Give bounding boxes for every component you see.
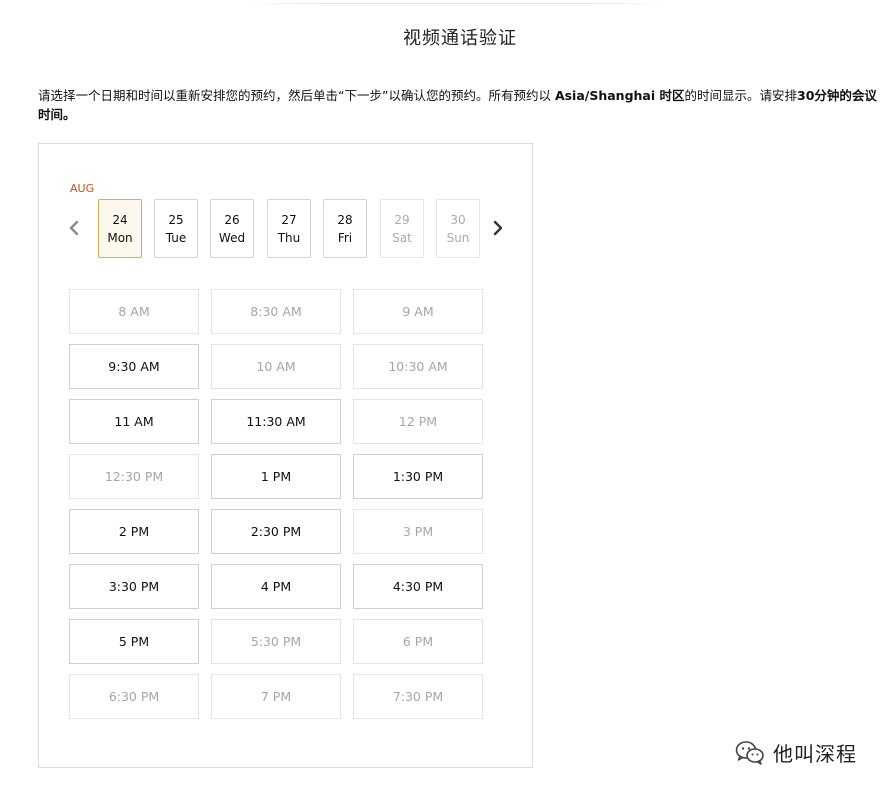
- time-slot[interactable]: 11 AM: [69, 399, 199, 444]
- date-number: 28: [337, 212, 353, 227]
- time-slot: 12 PM: [353, 399, 483, 444]
- time-slot: 8:30 AM: [211, 289, 341, 334]
- time-slot: 10 AM: [211, 344, 341, 389]
- instructions-part2: 的时间显示。请安排: [684, 88, 798, 103]
- date-chip: 30 Sun: [436, 199, 480, 258]
- date-weekday: Tue: [165, 230, 187, 245]
- chevron-left-icon[interactable]: [64, 218, 84, 238]
- date-chip[interactable]: 27 Thu: [267, 199, 311, 258]
- time-slot: 3 PM: [353, 509, 483, 554]
- date-weekday: Mon: [107, 230, 133, 245]
- date-number: 24: [112, 212, 128, 227]
- date-weekday: Wed: [218, 230, 246, 245]
- time-slot: 6:30 PM: [69, 674, 199, 719]
- date-chip[interactable]: 28 Fri: [323, 199, 367, 258]
- date-chip[interactable]: 25 Tue: [154, 199, 198, 258]
- time-slot[interactable]: 5 PM: [69, 619, 199, 664]
- chevron-right-icon[interactable]: [488, 218, 508, 238]
- time-slot: 5:30 PM: [211, 619, 341, 664]
- page-title: 视频通话验证: [403, 28, 517, 49]
- date-chip: 29 Sat: [380, 199, 424, 258]
- time-slot[interactable]: 4 PM: [211, 564, 341, 609]
- time-slot: 10:30 AM: [353, 344, 483, 389]
- date-number: 26: [224, 212, 240, 227]
- time-slot: 7 PM: [211, 674, 341, 719]
- time-slot[interactable]: 2:30 PM: [211, 509, 341, 554]
- date-number: 25: [168, 212, 184, 227]
- time-slot[interactable]: 4:30 PM: [353, 564, 483, 609]
- chevron-left-icon-glyph: [69, 220, 79, 236]
- date-number: 30: [450, 212, 466, 227]
- instructions-text: 请选择一个日期和时间以重新安排您的预约，然后单击“下一步”以确认您的预约。所有预…: [38, 86, 880, 124]
- time-slot[interactable]: 2 PM: [69, 509, 199, 554]
- instructions-part1: 请选择一个日期和时间以重新安排您的预约，然后单击“下一步”以确认您的预约。所有预…: [38, 88, 555, 103]
- date-weekday: Fri: [337, 230, 353, 245]
- time-slot[interactable]: 9:30 AM: [69, 344, 199, 389]
- date-number: 27: [281, 212, 297, 227]
- time-slot: 12:30 PM: [69, 454, 199, 499]
- instructions-timezone: Asia/Shanghai 时区: [554, 88, 685, 103]
- time-slot: 9 AM: [353, 289, 483, 334]
- month-label: AUG: [70, 182, 95, 195]
- time-slot: 7:30 PM: [353, 674, 483, 719]
- time-slot[interactable]: 3:30 PM: [69, 564, 199, 609]
- date-weekday: Sat: [392, 230, 412, 245]
- time-slot[interactable]: 11:30 AM: [211, 399, 341, 444]
- date-chip[interactable]: 26 Wed: [210, 199, 254, 258]
- date-weekday: Thu: [277, 230, 301, 245]
- date-weekday: Sun: [446, 230, 470, 245]
- watermark-text: 他叫深程: [773, 742, 857, 766]
- top-divider: [240, 3, 670, 4]
- chevron-right-icon-glyph: [493, 220, 503, 236]
- time-slot[interactable]: 1 PM: [211, 454, 341, 499]
- date-chip[interactable]: 24 Mon: [98, 199, 142, 258]
- date-number: 29: [394, 212, 410, 227]
- watermark: 他叫深程: [735, 738, 857, 767]
- wechat-icon: [735, 740, 764, 765]
- time-slot: 8 AM: [69, 289, 199, 334]
- time-slot: 6 PM: [353, 619, 483, 664]
- time-slot[interactable]: 1:30 PM: [353, 454, 483, 499]
